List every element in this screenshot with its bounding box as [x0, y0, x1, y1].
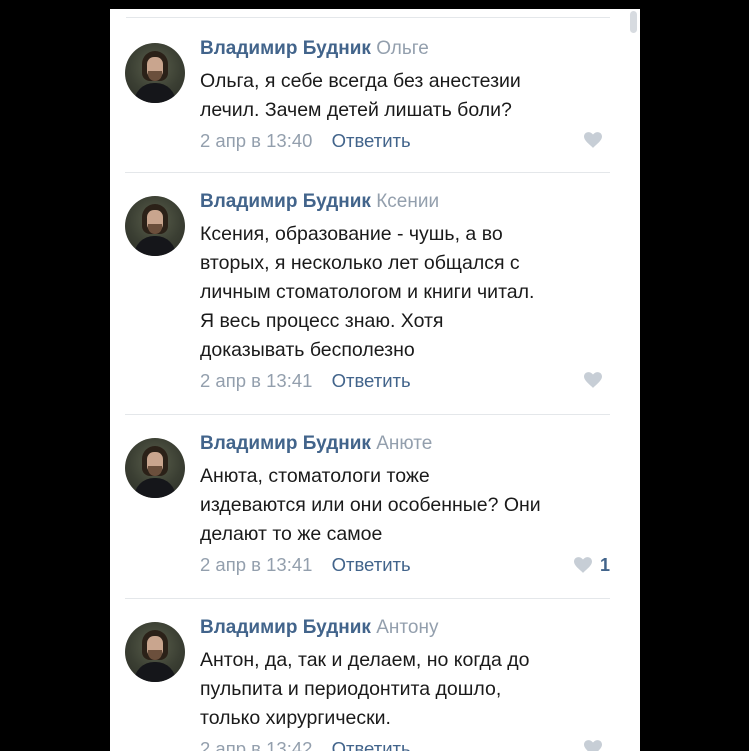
like-button[interactable]	[584, 740, 610, 751]
reply-to-name[interactable]: Анюте	[376, 433, 432, 454]
reply-button[interactable]: Ответить	[332, 370, 411, 391]
like-button[interactable]: 1	[573, 555, 610, 575]
comment-header: Владимир Будник Анюте	[200, 432, 620, 456]
comment-text-line: вторых, я несколько лет общался с	[200, 252, 520, 274]
comment-text-line: Антон, да, так и делаем, но когда до	[200, 649, 530, 671]
reply-to-name[interactable]: Антону	[376, 617, 438, 638]
scrollbar[interactable]	[630, 11, 637, 33]
comment-header: Владимир Будник Ольге	[200, 37, 620, 61]
comment-text-line: Ольга, я себе всегда без анестезии	[200, 70, 521, 92]
heart-icon	[584, 740, 602, 751]
comment-header: Владимир Будник Ксении	[200, 190, 620, 214]
comment-text: Ольга, я себе всегда без анестезии лечил…	[200, 67, 620, 125]
author-name[interactable]: Владимир Будник	[200, 191, 371, 212]
comments-panel: Владимир Будник Ольге Ольга, я себе всег…	[110, 9, 640, 751]
reply-to-name[interactable]: Ольге	[376, 38, 429, 59]
reply-button[interactable]: Ответить	[332, 554, 411, 575]
like-count: 1	[599, 555, 610, 575]
heart-icon	[584, 132, 602, 148]
like-button[interactable]	[584, 132, 610, 148]
divider	[125, 598, 610, 599]
comment-meta: 2 апр в 13:42 Ответить	[200, 737, 620, 751]
comment-date[interactable]: 2 апр в 13:41	[200, 370, 312, 391]
avatar[interactable]	[125, 196, 185, 256]
comment-date[interactable]: 2 апр в 13:42	[200, 738, 312, 751]
comment-text: Ксения, образование - чушь, а во вторых,…	[200, 220, 620, 365]
comment-text-line: пульпита и периодонтита дошло,	[200, 678, 502, 700]
comment-header: Владимир Будник Антону	[200, 616, 620, 640]
divider	[126, 17, 610, 18]
comment-text-line: только хирургически.	[200, 707, 391, 729]
reply-to-name[interactable]: Ксении	[376, 191, 439, 212]
heart-icon	[584, 372, 602, 388]
like-button[interactable]	[584, 372, 610, 388]
comment-text-line: делают то же самое	[200, 523, 383, 545]
author-name[interactable]: Владимир Будник	[200, 38, 371, 59]
comment-text-line: Анюта, стоматологи тоже	[200, 465, 430, 487]
comment-text: Антон, да, так и делаем, но когда до пул…	[200, 646, 620, 733]
comment-date[interactable]: 2 апр в 13:41	[200, 554, 312, 575]
reply-button[interactable]: Ответить	[332, 130, 411, 151]
comment-text-line: доказывать бесполезно	[200, 339, 415, 361]
heart-icon	[573, 557, 592, 573]
comment-meta: 2 апр в 13:41 Ответить 1	[200, 553, 620, 577]
author-name[interactable]: Владимир Будник	[200, 433, 371, 454]
divider	[125, 172, 610, 173]
comment-meta: 2 апр в 13:40 Ответить	[200, 129, 620, 153]
comment-date[interactable]: 2 апр в 13:40	[200, 130, 312, 151]
avatar[interactable]	[125, 43, 185, 103]
comment-text-line: издеваются или они особенные? Они	[200, 494, 541, 516]
reply-button[interactable]: Ответить	[332, 738, 411, 751]
divider	[125, 414, 610, 415]
comment-text: Анюта, стоматологи тоже издеваются или о…	[200, 462, 620, 549]
avatar[interactable]	[125, 622, 185, 682]
comment-text-line: личным стоматологом и книги читал.	[200, 281, 535, 303]
comment-text-line: лечил. Зачем детей лишать боли?	[200, 99, 512, 121]
comment-meta: 2 апр в 13:41 Ответить	[200, 369, 620, 393]
avatar[interactable]	[125, 438, 185, 498]
comment-text-line: Ксения, образование - чушь, а во	[200, 223, 503, 245]
comment-text-line: Я весь процесс знаю. Хотя	[200, 310, 444, 332]
author-name[interactable]: Владимир Будник	[200, 617, 371, 638]
